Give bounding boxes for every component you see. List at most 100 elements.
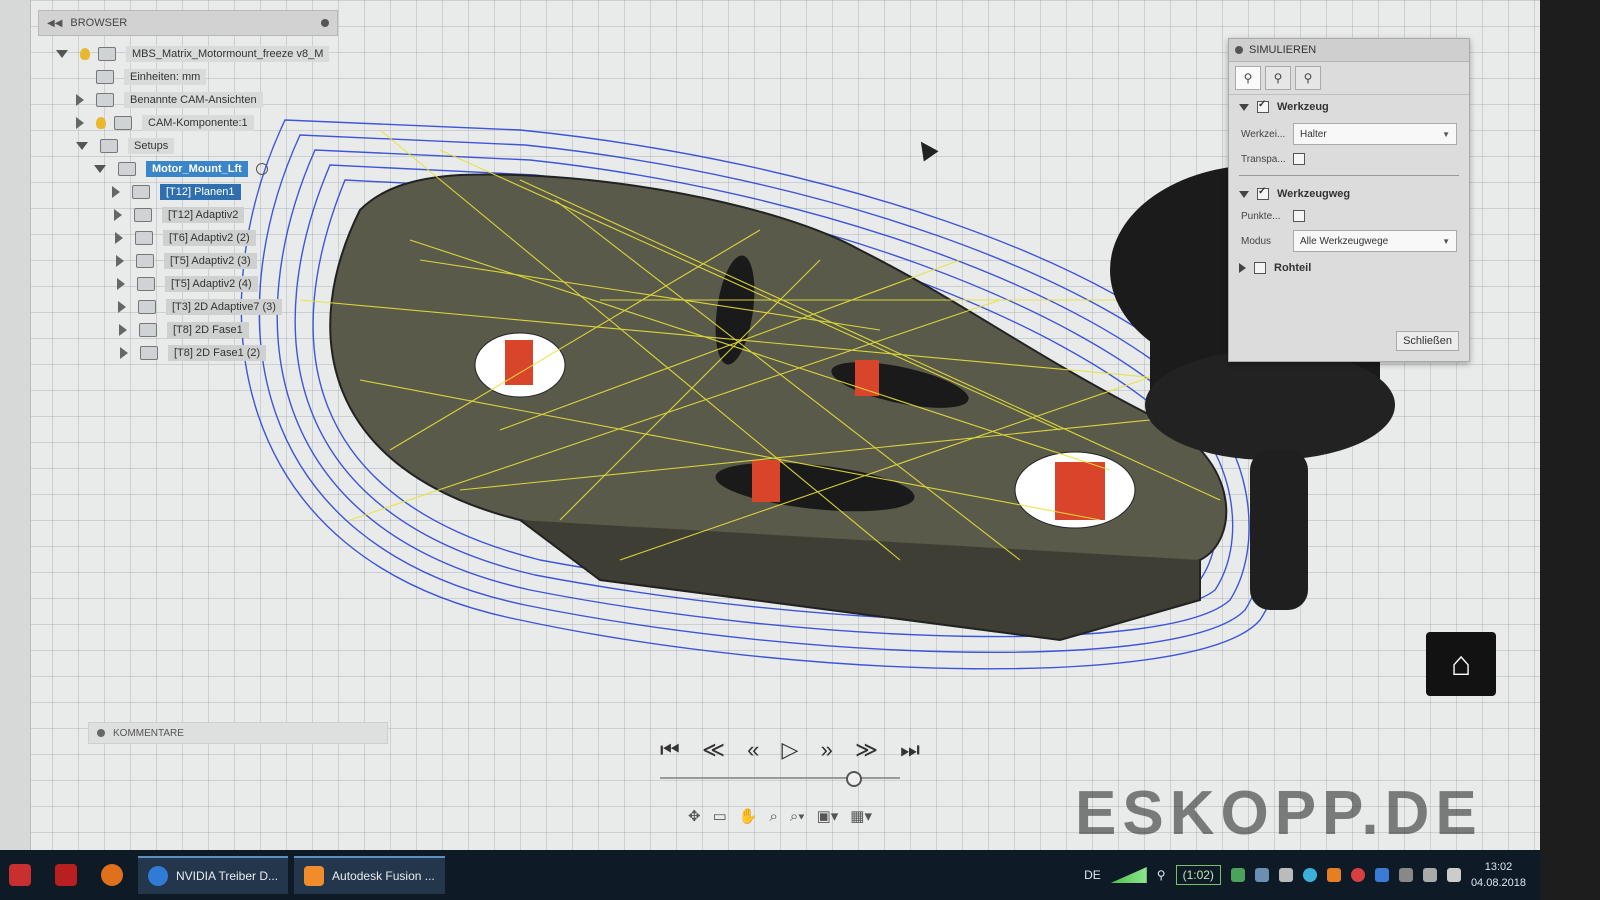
section-werkzeug[interactable]: Werkzeug bbox=[1229, 95, 1469, 119]
visibility-bulb-icon[interactable] bbox=[96, 116, 106, 129]
close-button[interactable]: Schließen bbox=[1396, 331, 1459, 351]
previous-operation-icon[interactable]: ≪ bbox=[702, 737, 725, 763]
tree-label: Setups bbox=[128, 137, 175, 154]
zoom-window-icon[interactable]: ⌕▾ bbox=[790, 808, 805, 825]
tree-node-operation[interactable]: [T12] Adaptiv2 bbox=[38, 203, 338, 226]
battery-icon[interactable] bbox=[1422, 868, 1437, 882]
tree-node-operation[interactable]: [T8] 2D Fase1 (2) bbox=[38, 341, 338, 364]
simulate-tabs: ⚲ ⚲ ⚲ bbox=[1229, 62, 1469, 95]
adaptive-operation-icon bbox=[136, 253, 154, 268]
display-settings-icon[interactable]: ▣▾ bbox=[817, 807, 839, 825]
tray-icon[interactable] bbox=[1350, 868, 1365, 882]
werkzeugweg-checkbox[interactable] bbox=[1257, 186, 1269, 200]
step-back-icon[interactable]: « bbox=[747, 737, 759, 763]
home-view-button[interactable]: ⌂ bbox=[1426, 632, 1496, 696]
modus-select[interactable]: Alle Werkzeugwege ▼ bbox=[1293, 230, 1457, 252]
collapse-icon[interactable] bbox=[1239, 190, 1249, 198]
transparent-checkbox[interactable] bbox=[1293, 153, 1305, 165]
expand-icon[interactable] bbox=[116, 254, 124, 267]
look-at-icon[interactable]: ▭ bbox=[713, 807, 727, 825]
battery-indicator[interactable]: (1:02) bbox=[1175, 865, 1221, 885]
expand-icon[interactable] bbox=[112, 185, 120, 198]
face-operation-icon bbox=[132, 184, 150, 199]
volume-icon[interactable] bbox=[1446, 868, 1461, 882]
tab-statistics[interactable]: ⚲ bbox=[1295, 66, 1321, 90]
visibility-bulb-icon[interactable] bbox=[80, 47, 90, 60]
collapse-icon[interactable] bbox=[1239, 103, 1249, 111]
clock[interactable]: 13:02 04.08.2018 bbox=[1471, 859, 1526, 891]
timeline-knob[interactable] bbox=[846, 771, 862, 787]
tree-node-operation[interactable]: [T12] Planen1 bbox=[38, 180, 338, 203]
expand-icon[interactable] bbox=[114, 208, 122, 221]
next-operation-icon[interactable]: ≫ bbox=[855, 737, 878, 763]
section-rohteil[interactable]: Rohteil bbox=[1229, 256, 1469, 280]
skip-to-start-icon[interactable]: ⏮ bbox=[660, 737, 680, 763]
tray-icon[interactable] bbox=[1254, 868, 1269, 882]
tree-node-setups[interactable]: Setups bbox=[38, 134, 338, 157]
tab-info[interactable]: ⚲ bbox=[1265, 66, 1291, 90]
punkte-row: Punkte... bbox=[1229, 206, 1469, 226]
orbit-icon[interactable]: ✥ bbox=[688, 807, 701, 825]
language-indicator[interactable]: DE bbox=[1084, 868, 1101, 882]
werkzeug-checkbox[interactable] bbox=[1257, 99, 1269, 113]
comments-bar[interactable]: KOMMENTARE bbox=[88, 722, 388, 744]
expand-icon[interactable] bbox=[94, 164, 106, 173]
tree-node-cam-component[interactable]: CAM-Komponente:1 bbox=[38, 111, 338, 134]
taskbar-firefox[interactable] bbox=[92, 857, 132, 893]
tree-node-units[interactable]: Einheiten: mm bbox=[38, 65, 338, 88]
activate-target-icon[interactable] bbox=[255, 162, 268, 175]
simulate-header[interactable]: SIMULIEREN bbox=[1229, 39, 1469, 62]
chevron-down-icon: ▼ bbox=[1442, 129, 1450, 139]
tree-node-document[interactable]: MBS_Matrix_Motormount_freeze v8_M bbox=[38, 42, 338, 65]
zoom-icon[interactable]: ⌕ bbox=[769, 808, 777, 825]
fusion-screen: ◀◀ BROWSER MBS_Matrix_Motormount_freeze … bbox=[0, 0, 1540, 870]
tree-node-operation[interactable]: [T6] Adaptiv2 (2) bbox=[38, 226, 338, 249]
tab-display[interactable]: ⚲ bbox=[1235, 66, 1261, 90]
browser-header[interactable]: ◀◀ BROWSER bbox=[38, 10, 338, 36]
expand-icon[interactable] bbox=[56, 49, 68, 58]
document-icon bbox=[98, 46, 116, 61]
pan-icon[interactable]: ✋ bbox=[739, 807, 758, 825]
expand-icon[interactable] bbox=[118, 300, 126, 313]
timeline-slider[interactable] bbox=[660, 771, 900, 787]
expand-icon[interactable] bbox=[76, 141, 88, 150]
collapse-icon[interactable]: ◀◀ bbox=[47, 18, 62, 29]
tree-node-operation[interactable]: [T3] 2D Adaptive7 (3) bbox=[38, 295, 338, 318]
tray-icon[interactable] bbox=[1326, 868, 1341, 882]
expand-icon[interactable] bbox=[76, 116, 84, 129]
expand-icon[interactable] bbox=[117, 277, 125, 290]
tree-node-cam-views[interactable]: Benannte CAM-Ansichten bbox=[38, 88, 338, 111]
punkte-checkbox[interactable] bbox=[1293, 210, 1305, 222]
taskbar-app-1[interactable] bbox=[0, 857, 40, 893]
step-forward-icon[interactable]: » bbox=[821, 737, 833, 763]
flag-icon[interactable] bbox=[1398, 868, 1413, 882]
expand-icon[interactable] bbox=[120, 346, 128, 359]
tree-node-operation[interactable]: [T5] Adaptiv2 (3) bbox=[38, 249, 338, 272]
skip-to-end-icon[interactable]: ⏭ bbox=[900, 737, 920, 763]
lock-icon[interactable] bbox=[1278, 868, 1293, 882]
tree-node-operation[interactable]: [T8] 2D Fase1 bbox=[38, 318, 338, 341]
rohteil-checkbox[interactable] bbox=[1254, 262, 1266, 274]
expand-comments-icon[interactable] bbox=[97, 729, 105, 737]
tray-icon[interactable] bbox=[1302, 868, 1317, 882]
section-werkzeugweg[interactable]: Werkzeugweg bbox=[1229, 182, 1469, 206]
werkzeug-select[interactable]: Halter ▼ bbox=[1293, 123, 1457, 145]
taskbar-app-2[interactable] bbox=[46, 857, 86, 893]
taskbar-button-fusion[interactable]: Autodesk Fusion ... bbox=[294, 856, 445, 894]
antenna-icon[interactable]: ⚲ bbox=[1157, 868, 1166, 882]
grid-settings-icon[interactable]: ▦▾ bbox=[850, 807, 872, 825]
adaptive-operation-icon bbox=[137, 276, 155, 291]
pin-icon[interactable] bbox=[321, 19, 329, 27]
bluetooth-icon[interactable] bbox=[1374, 868, 1389, 882]
tree-label: [T6] Adaptiv2 (2) bbox=[163, 229, 256, 246]
expand-icon[interactable] bbox=[119, 323, 127, 336]
expand-icon[interactable] bbox=[76, 93, 84, 106]
tray-icon[interactable] bbox=[1230, 868, 1245, 882]
expand-icon[interactable] bbox=[115, 231, 123, 244]
taskbar-button-nvidia[interactable]: NVIDIA Treiber D... bbox=[138, 856, 289, 894]
signal-strength-icon[interactable] bbox=[1110, 867, 1147, 883]
tree-node-setup[interactable]: Motor_Mount_Lft bbox=[38, 157, 338, 180]
expand-icon[interactable] bbox=[1239, 263, 1246, 273]
play-icon[interactable]: ▷ bbox=[782, 737, 799, 763]
tree-node-operation[interactable]: [T5] Adaptiv2 (4) bbox=[38, 272, 338, 295]
